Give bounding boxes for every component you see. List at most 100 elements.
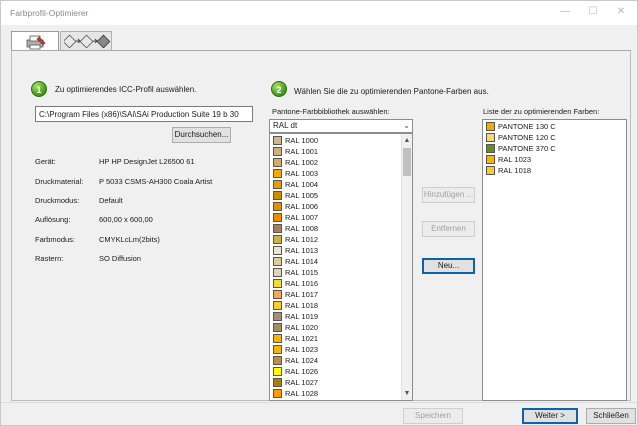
color-name: RAL 1026 xyxy=(285,367,319,376)
next-button[interactable]: Weiter > xyxy=(522,408,578,424)
list-item[interactable]: RAL 1012 xyxy=(272,234,397,245)
list-item[interactable]: RAL 1003 xyxy=(272,168,397,179)
list-item[interactable]: RAL 1007 xyxy=(272,212,397,223)
color-swatch xyxy=(273,389,282,398)
color-swatch xyxy=(273,202,282,211)
color-swatch xyxy=(273,147,282,156)
list-item[interactable]: PANTONE 120 C xyxy=(485,132,610,143)
print-mode-label: Druckmodus: xyxy=(35,196,80,205)
add-button[interactable]: Hinzufügen ... xyxy=(422,187,475,203)
color-swatch xyxy=(273,378,282,387)
device-label: Gerät: xyxy=(35,157,56,166)
color-name: RAL 1019 xyxy=(285,312,319,321)
color-name: RAL 1012 xyxy=(285,235,319,244)
color-name: RAL 1001 xyxy=(285,147,319,156)
list-item[interactable]: RAL 1015 xyxy=(272,267,397,278)
color-name: PANTONE 370 C xyxy=(498,144,556,153)
tab-printer-settings[interactable] xyxy=(11,31,59,51)
list-item[interactable]: RAL 1000 xyxy=(272,135,397,146)
list-item[interactable]: RAL 1001 xyxy=(272,146,397,157)
color-name: RAL 1017 xyxy=(285,290,319,299)
color-swatch xyxy=(273,235,282,244)
color-name: RAL 1004 xyxy=(285,180,319,189)
list-item[interactable]: RAL 1004 xyxy=(272,179,397,190)
step-2-instruction: Wählen Sie die zu optimierenden Pantone-… xyxy=(294,87,489,96)
color-name: RAL 1015 xyxy=(285,268,319,277)
color-swatch xyxy=(273,136,282,145)
title-bar: Farbprofil-Optimierer — ☐ ✕ xyxy=(1,1,637,25)
new-color-button[interactable]: Neu... xyxy=(422,258,475,274)
library-color-list[interactable]: ▲ ▼ RAL 1000 RAL 1001 RAL 1002 RAL 1003 RAL … xyxy=(269,133,413,401)
color-name: RAL 1002 xyxy=(285,158,319,167)
color-name: RAL 1024 xyxy=(285,356,319,365)
color-swatch xyxy=(273,334,282,343)
close-window-button[interactable]: ✕ xyxy=(612,5,630,19)
color-name: RAL 1013 xyxy=(285,246,319,255)
tab-strip xyxy=(11,31,631,51)
list-item[interactable]: RAL 1023 xyxy=(485,154,610,165)
list-item[interactable]: RAL 1002 xyxy=(272,157,397,168)
list-item[interactable]: RAL 1013 xyxy=(272,245,397,256)
window-title: Farbprofil-Optimierer xyxy=(10,8,89,18)
list-item[interactable]: RAL 1028 xyxy=(272,388,397,399)
screening-value: SO Diffusion xyxy=(99,254,141,263)
media-value: P 5033 CSMS-AH300 Coala Artist xyxy=(99,177,213,186)
maximize-button[interactable]: ☐ xyxy=(584,5,602,19)
tab-optimization-steps[interactable] xyxy=(60,31,112,50)
list-item[interactable]: RAL 1027 xyxy=(272,377,397,388)
color-name: RAL 1018 xyxy=(285,301,319,310)
list-item[interactable]: RAL 1020 xyxy=(272,322,397,333)
color-name: RAL 1021 xyxy=(285,334,319,343)
workflow-icon xyxy=(64,34,110,48)
color-name: RAL 1023 xyxy=(285,345,319,354)
color-swatch xyxy=(486,133,495,142)
chevron-down-icon: ⌄ xyxy=(403,121,410,130)
color-swatch xyxy=(273,356,282,365)
list-item[interactable]: RAL 1006 xyxy=(272,201,397,212)
color-name: RAL 1020 xyxy=(285,323,319,332)
color-swatch xyxy=(273,224,282,233)
scroll-down-icon[interactable]: ▼ xyxy=(402,388,412,399)
library-scrollbar[interactable]: ▲ ▼ xyxy=(401,134,412,400)
close-dialog-button[interactable]: Schließen xyxy=(586,408,636,424)
scroll-up-icon[interactable]: ▲ xyxy=(402,135,412,146)
list-item[interactable]: RAL 1005 xyxy=(272,190,397,201)
color-name: RAL 1014 xyxy=(285,257,319,266)
list-item[interactable]: RAL 1024 xyxy=(272,355,397,366)
list-item[interactable]: PANTONE 130 C xyxy=(485,121,610,132)
color-swatch xyxy=(486,166,495,175)
list-item[interactable]: RAL 1018 xyxy=(272,300,397,311)
resolution-label: Auflösung: xyxy=(35,215,71,224)
color-swatch xyxy=(486,144,495,153)
color-swatch xyxy=(273,169,282,178)
footer-divider xyxy=(1,402,637,403)
list-item[interactable]: RAL 1017 xyxy=(272,289,397,300)
color-mode-label: Farbmodus: xyxy=(35,235,76,244)
icc-profile-path-field[interactable]: C:\Program Files (x86)\SAi\SAi Productio… xyxy=(35,106,253,122)
color-swatch xyxy=(273,312,282,321)
list-item[interactable]: RAL 1023 xyxy=(272,344,397,355)
save-button[interactable]: Speichern xyxy=(403,408,463,424)
list-item[interactable]: RAL 1021 xyxy=(272,333,397,344)
selected-list-label: Liste der zu optimierenden Farben: xyxy=(483,107,600,116)
list-item[interactable]: RAL 1026 xyxy=(272,366,397,377)
list-item[interactable]: RAL 1016 xyxy=(272,278,397,289)
color-swatch xyxy=(273,323,282,332)
list-item[interactable]: RAL 1008 xyxy=(272,223,397,234)
list-item[interactable]: PANTONE 370 C xyxy=(485,143,610,154)
list-item[interactable]: RAL 1019 xyxy=(272,311,397,322)
library-select[interactable]: RAL dt ⌄ xyxy=(269,119,413,133)
remove-button[interactable]: Entfernen xyxy=(422,221,475,237)
selected-color-list[interactable]: PANTONE 130 C PANTONE 120 C PANTONE 370 C R… xyxy=(482,119,627,401)
step-2-icon: 2 xyxy=(271,81,287,97)
color-swatch xyxy=(273,279,282,288)
color-swatch xyxy=(273,246,282,255)
color-name: RAL 1003 xyxy=(285,169,319,178)
media-label: Druckmaterial: xyxy=(35,177,84,186)
browse-button[interactable]: Durchsuchen... xyxy=(172,127,231,143)
library-scroll-thumb[interactable] xyxy=(403,148,411,176)
minimize-button[interactable]: — xyxy=(556,5,574,19)
list-item[interactable]: RAL 1018 xyxy=(485,165,610,176)
list-item[interactable]: RAL 1014 xyxy=(272,256,397,267)
device-value: HP HP DesignJet L26500 61 xyxy=(99,157,195,166)
